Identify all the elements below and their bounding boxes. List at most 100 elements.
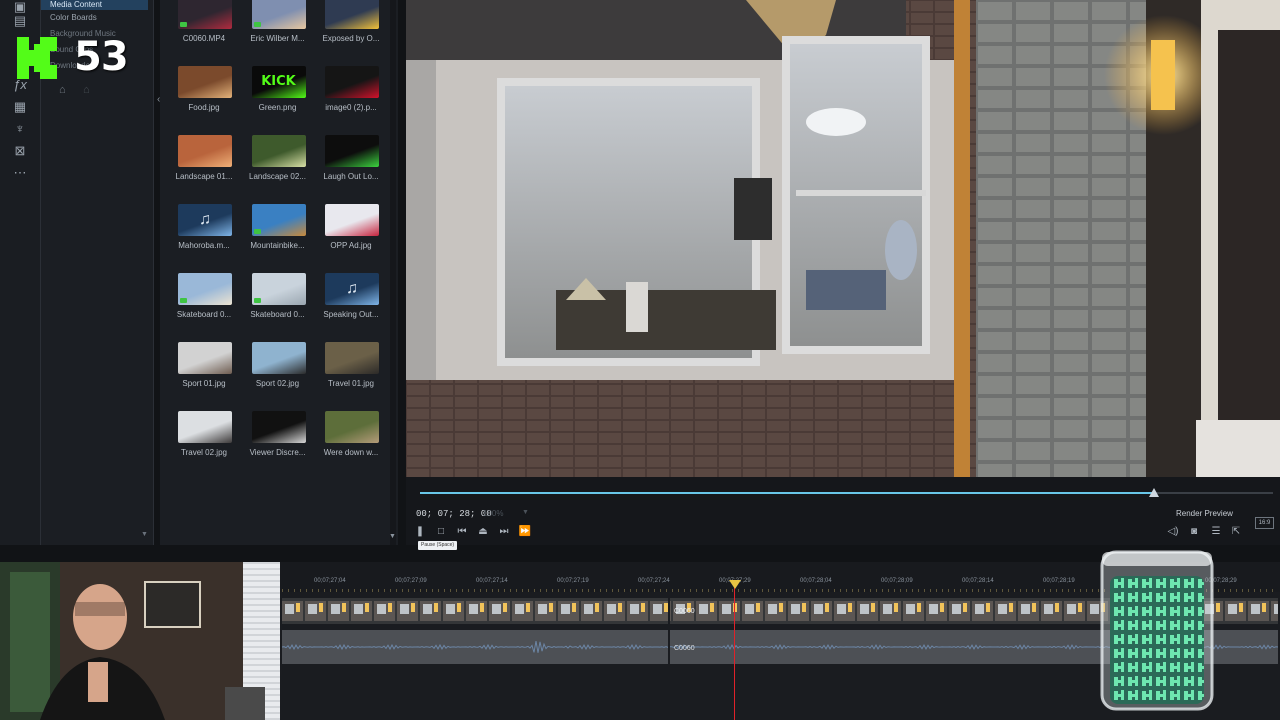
preview-progress-track[interactable] [1154,492,1273,494]
media-caption: Travel 01.jpg [328,379,374,388]
in-use-marker-icon [180,22,187,27]
in-use-marker-icon [253,298,261,303]
media-caption: OPP Ad.jpg [330,241,372,250]
fast-forward-button[interactable]: ⏩ [518,526,532,538]
ruler-time-label: 00;07;27;14 [476,578,508,584]
media-caption: image0 (2).p... [325,103,377,112]
library-tree: Media Content Color Boards Background Mu… [41,0,154,545]
pause-button[interactable]: ❚ [413,526,427,538]
media-caption: Laugh Out Lo... [323,172,379,181]
ruler-time-label: 00;07;28;09 [881,578,913,584]
aspect-ratio-button[interactable]: 16:9 [1255,517,1274,529]
media-caption: Speaking Out... [323,310,379,319]
media-thumbnail[interactable]: ♫ [325,273,379,305]
media-scrollbar[interactable] [390,0,396,545]
pause-tooltip: Pause (Space) [418,541,458,550]
media-thumbnail[interactable] [178,135,232,167]
timeline-playhead[interactable] [734,585,735,720]
media-thumbnail[interactable] [251,135,306,167]
media-caption: Sport 02.jpg [255,379,300,388]
media-thumbnail[interactable] [325,411,379,443]
remove-tag-icon[interactable]: ⌂ [83,84,90,96]
media-thumbnail[interactable] [251,342,306,374]
transition-icon[interactable]: ⊠ [13,144,27,158]
particle-icon[interactable]: ♆ [13,122,27,136]
media-caption: Mountainbike... [250,241,305,250]
stop-button[interactable]: □ [434,526,448,538]
ruler-time-label: 00;07;27;24 [638,578,670,584]
media-thumbnail[interactable] [178,342,232,374]
media-caption: Viewer Discre... [249,448,306,457]
ruler-time-label: 00;07;28;19 [1043,578,1075,584]
media-thumbnail[interactable] [325,342,379,374]
tree-item-media-content[interactable]: Media Content [41,0,148,10]
media-thumbnail[interactable]: KICK [251,66,306,98]
zoom-dropdown-icon[interactable]: ▼ [522,509,529,516]
undock-icon[interactable]: ⇱ [1229,526,1243,538]
media-thumbnail[interactable] [178,273,232,305]
zoom-level[interactable]: 100% [483,509,503,518]
titles-icon[interactable]: ▤ [13,14,27,28]
media-thumbnail[interactable] [325,135,379,167]
preview-progress-bar[interactable] [420,492,1154,494]
media-caption: Travel 02.jpg [181,448,227,457]
music-note-icon: ♫ [346,280,358,297]
media-caption: Were down w... [323,448,379,457]
media-caption: Mahoroba.m... [178,241,230,250]
media-thumbnail[interactable] [251,0,306,29]
kick-wordmark: KICK [261,74,296,89]
timecode-display[interactable]: 00; 07; 28; 00 [416,509,492,519]
music-note-icon: ♫ [199,211,211,228]
media-thumbnail[interactable] [178,411,232,443]
media-thumbnail[interactable] [251,411,306,443]
playhead-marker[interactable] [729,580,741,589]
media-thumbnail[interactable] [325,66,379,98]
left-toolbar: ▣ ▤ ƒx ▦ ♆ ⊠ ⋯ [0,0,41,545]
media-caption: Landscape 01... [175,172,233,181]
overlay-badge-number: 53 [74,34,129,80]
ruler-time-label: 00;07;27;04 [314,578,346,584]
media-library-grid: C0060.MP4 Eric Wilber M... Exposed by O...… [160,0,398,545]
jar-overlay [1100,550,1214,711]
volume-icon[interactable]: ◁) [1166,526,1180,538]
media-caption: Eric Wilber M... [250,34,305,43]
snapshot-frame-button[interactable]: ⏏ [476,526,490,538]
media-thumbnail[interactable]: ♫ [178,204,232,236]
preview-video-frame[interactable] [406,0,1280,477]
settings-icon[interactable]: ☰ [1209,526,1223,538]
media-caption: C0060.MP4 [182,34,226,43]
ruler-time-label: 00;07;28;04 [800,578,832,584]
add-tag-icon[interactable]: ⌂ [59,84,66,96]
media-thumbnail[interactable] [251,204,306,236]
next-frame-button[interactable]: ⏭ [497,526,511,538]
fx-icon[interactable]: ƒx [13,78,27,92]
media-thumbnail[interactable] [178,0,232,29]
preview-progress-handle[interactable] [1149,488,1159,497]
media-caption: Skateboard 0... [250,310,305,319]
tree-item-color-boards[interactable]: Color Boards [50,13,97,22]
in-use-marker-icon [180,298,187,303]
scroll-down-icon[interactable]: ▼ [389,533,396,540]
tree-scroll-down-icon[interactable]: ▼ [141,531,148,538]
pip-icon[interactable]: ▦ [13,100,27,114]
media-caption: Exposed by O... [322,34,380,43]
clip-split-line [668,598,670,666]
media-caption: Green.png [258,103,297,112]
audio-clip-label: C0060 [674,645,695,652]
previous-frame-button[interactable]: ⏮ [455,526,469,538]
snapshot-icon[interactable]: ◙ [1187,526,1201,538]
kick-logo [17,37,57,79]
more-icon[interactable]: ⋯ [13,166,27,180]
media-room-icon[interactable]: ▣ [13,0,27,14]
ruler-time-label: 00;07;28;14 [962,578,994,584]
in-use-marker-icon [253,229,261,234]
webcam-overlay [0,562,280,720]
media-thumbnail[interactable] [178,66,232,98]
media-thumbnail[interactable] [325,0,379,29]
media-thumbnail[interactable] [325,204,379,236]
media-caption: Sport 01.jpg [182,379,226,388]
in-use-marker-icon [253,22,261,27]
render-preview-button[interactable]: Render Preview [1176,509,1233,518]
video-clip-label: C0060 [674,608,695,615]
media-thumbnail[interactable] [251,273,306,305]
